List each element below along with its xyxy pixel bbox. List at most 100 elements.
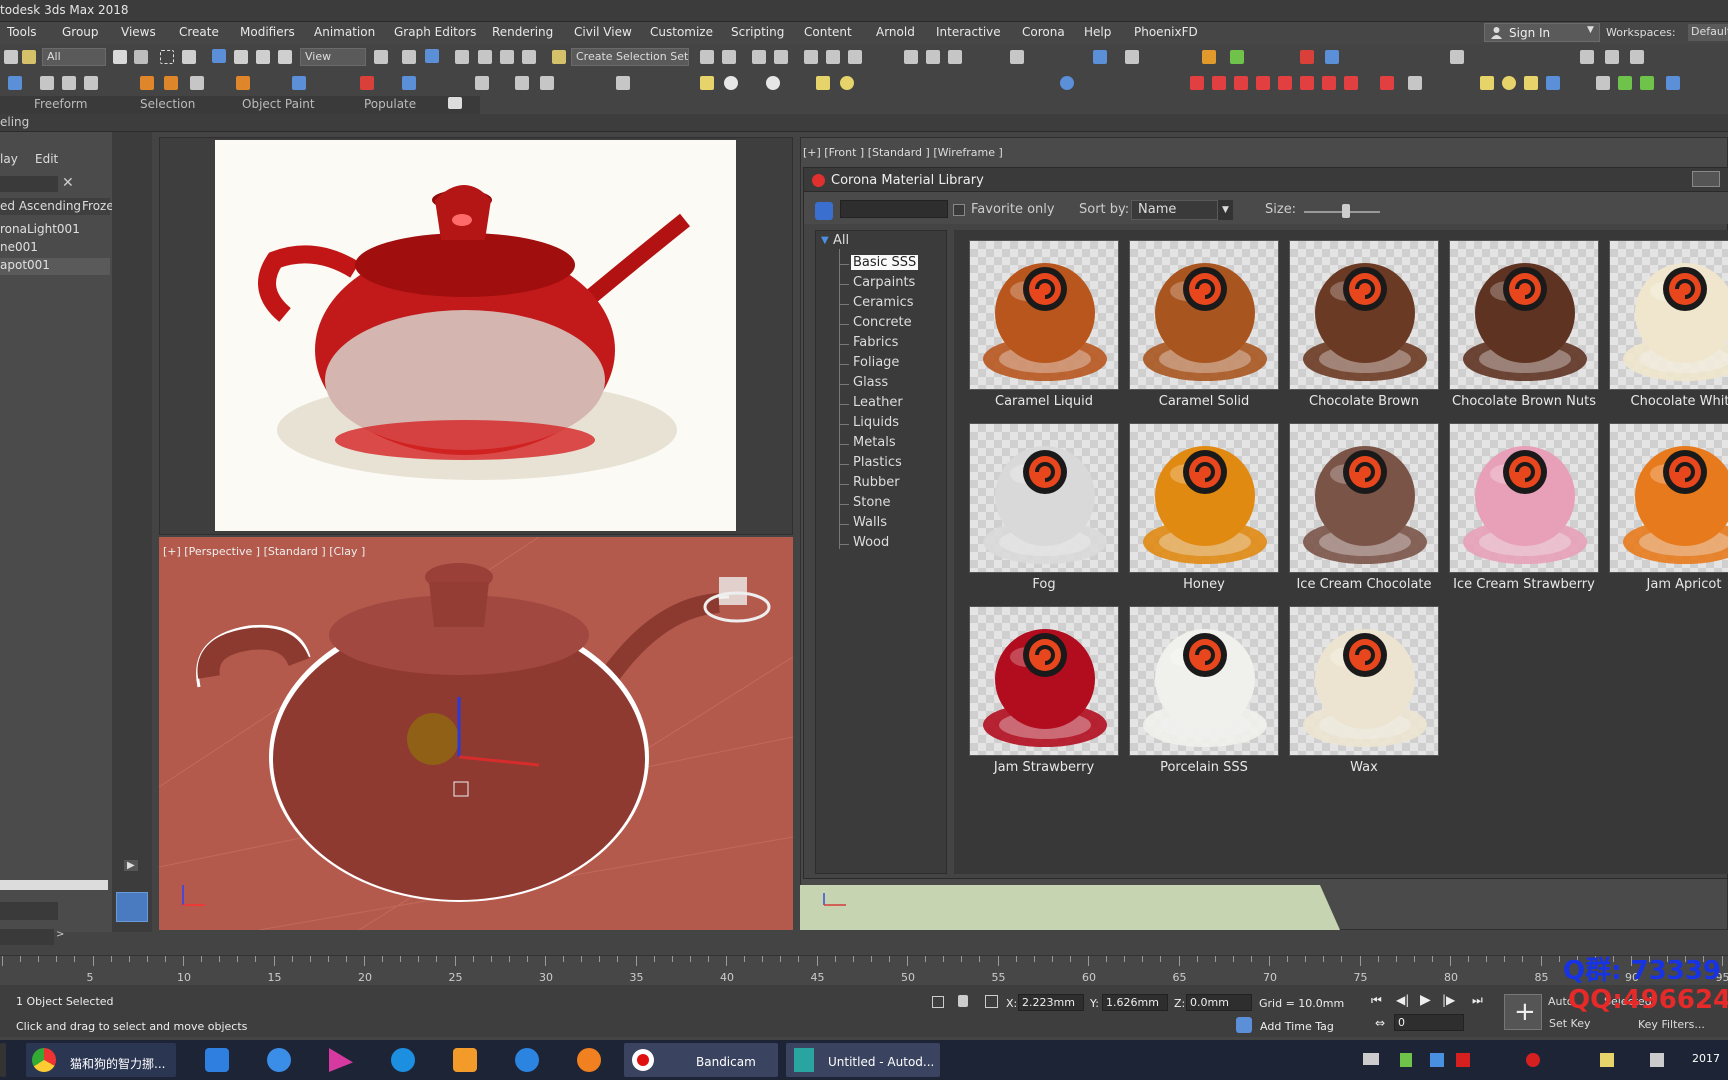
size-slider-thumb[interactable] bbox=[1341, 204, 1350, 218]
task-app-6[interactable] bbox=[510, 1043, 544, 1077]
brush-icon[interactable] bbox=[1300, 76, 1314, 90]
snap-toggle-icon[interactable] bbox=[455, 50, 469, 64]
layer-explorer-icon[interactable] bbox=[752, 50, 766, 64]
material-card-porcelain-sss[interactable]: Porcelain SSS bbox=[1129, 606, 1279, 775]
scale-icon[interactable] bbox=[256, 50, 270, 64]
tree-expand-icon[interactable]: ▼ bbox=[821, 235, 829, 246]
menu-content[interactable]: Content bbox=[804, 25, 852, 39]
plugin-icon[interactable] bbox=[1596, 76, 1610, 90]
tray-plus-icon[interactable] bbox=[1600, 1053, 1614, 1067]
sphere-icon[interactable] bbox=[724, 76, 738, 90]
phoenix-liquid-icon[interactable] bbox=[1605, 50, 1619, 64]
folder-icon[interactable] bbox=[1480, 76, 1494, 90]
category-foliage[interactable]: Foliage bbox=[853, 355, 899, 370]
go-to-end-icon[interactable]: ⏭ bbox=[1472, 993, 1483, 1008]
lock-icon[interactable] bbox=[1380, 76, 1394, 90]
tab-selection[interactable]: Selection bbox=[140, 97, 195, 111]
select-object-icon[interactable] bbox=[113, 50, 127, 64]
previous-frame-icon[interactable]: ◀| bbox=[1396, 993, 1409, 1007]
menu-arnold[interactable]: Arnold bbox=[876, 25, 915, 39]
tab-object-paint[interactable]: Object Paint bbox=[242, 97, 315, 111]
ribbon-options-icon[interactable] bbox=[448, 97, 462, 109]
stop-icon[interactable] bbox=[40, 76, 54, 90]
railclone-icon[interactable] bbox=[1212, 76, 1226, 90]
set-key-label[interactable]: Set Key bbox=[1549, 1017, 1591, 1030]
reference-coordinate-dropdown[interactable]: View bbox=[300, 48, 366, 66]
pivot-icon[interactable] bbox=[374, 50, 388, 64]
category-basic-sss[interactable]: Basic SSS bbox=[851, 255, 919, 270]
material-card-jam-apricot[interactable]: Jam Apricot bbox=[1609, 423, 1728, 592]
record-icon[interactable] bbox=[84, 76, 98, 90]
light-icon[interactable] bbox=[816, 76, 830, 90]
named-selection-set-dropdown[interactable]: Create Selection Set bbox=[571, 48, 689, 66]
task-app-5[interactable] bbox=[448, 1043, 482, 1077]
star-icon[interactable] bbox=[1524, 76, 1538, 90]
phoenix-source-icon[interactable] bbox=[1630, 50, 1644, 64]
corona-lister-icon[interactable] bbox=[1202, 50, 1216, 64]
layer-dropdown[interactable] bbox=[0, 902, 58, 920]
go-to-start-icon[interactable]: ⏮ bbox=[1371, 993, 1382, 1008]
shader-icon[interactable] bbox=[360, 76, 374, 90]
render-setup-icon[interactable] bbox=[926, 50, 940, 64]
menu-phoenixfd[interactable]: PhoenixFD bbox=[1134, 25, 1198, 39]
task-app-2[interactable] bbox=[262, 1043, 296, 1077]
viewport-layout-icon[interactable] bbox=[116, 892, 148, 922]
material-card-ice-cream-chocolate[interactable]: Ice Cream Chocolate bbox=[1289, 423, 1439, 592]
chevron-right-icon[interactable]: > bbox=[56, 929, 64, 940]
camera-icon[interactable] bbox=[515, 76, 529, 90]
menu-civil-view[interactable]: Civil View bbox=[574, 25, 632, 39]
selection-filter-dropdown[interactable]: All bbox=[42, 48, 106, 66]
monitor-icon[interactable] bbox=[1666, 76, 1680, 90]
mirror-icon[interactable] bbox=[700, 50, 714, 64]
phoenix-icon[interactable] bbox=[1450, 50, 1464, 64]
globe-icon[interactable] bbox=[1060, 76, 1074, 90]
perspective-viewport[interactable] bbox=[159, 537, 793, 930]
next-frame-icon[interactable]: |▶ bbox=[1442, 993, 1455, 1007]
column-frozen[interactable]: Froze bbox=[82, 199, 114, 213]
menu-animation[interactable]: Animation bbox=[314, 25, 375, 39]
undo-icon[interactable] bbox=[4, 50, 18, 64]
tab-freeform[interactable]: Freeform bbox=[34, 97, 87, 111]
grid-icon[interactable] bbox=[540, 76, 554, 90]
task-app-4[interactable] bbox=[386, 1043, 420, 1077]
category-carpaints[interactable]: Carpaints bbox=[853, 275, 915, 290]
pause-icon[interactable] bbox=[62, 76, 76, 90]
library-search-input[interactable] bbox=[840, 200, 948, 218]
category-wood[interactable]: Wood bbox=[853, 535, 889, 550]
clover-icon[interactable] bbox=[1640, 76, 1654, 90]
shield-icon[interactable] bbox=[1430, 1053, 1444, 1067]
chevron-down-icon[interactable]: ▼ bbox=[1217, 200, 1233, 220]
minimize-icon[interactable] bbox=[1692, 171, 1720, 187]
add-time-tag-button[interactable]: Add Time Tag bbox=[1260, 1020, 1334, 1033]
select-by-name-icon[interactable] bbox=[134, 50, 148, 64]
paint-icon[interactable] bbox=[1278, 76, 1292, 90]
isolate-icon[interactable] bbox=[932, 996, 944, 1008]
time-tag-icon[interactable] bbox=[1236, 1017, 1252, 1033]
fire-icon[interactable] bbox=[140, 76, 154, 90]
phoenix-simulator-icon[interactable] bbox=[1580, 50, 1594, 64]
material-editor-icon[interactable] bbox=[904, 50, 918, 64]
close-icon[interactable]: ✕ bbox=[62, 175, 74, 191]
scene-row-plane[interactable]: ne001 bbox=[0, 240, 110, 257]
material-card-caramel-solid[interactable]: Caramel Solid bbox=[1129, 240, 1279, 409]
library-title-bar[interactable]: Corona Material Library bbox=[804, 168, 1728, 192]
category-ceramics[interactable]: Ceramics bbox=[853, 295, 914, 310]
spinner-snap-icon[interactable] bbox=[522, 50, 536, 64]
menu-tools[interactable]: Tools bbox=[7, 25, 37, 39]
render-frame-icon[interactable] bbox=[948, 50, 962, 64]
record-tray-icon[interactable] bbox=[1526, 1053, 1540, 1067]
curve-editor-icon[interactable] bbox=[826, 50, 840, 64]
category-concrete[interactable]: Concrete bbox=[853, 315, 912, 330]
scene-search-input[interactable] bbox=[0, 176, 58, 192]
corona-light-icon[interactable] bbox=[1300, 50, 1314, 64]
box-icon[interactable] bbox=[700, 76, 714, 90]
move-icon[interactable] bbox=[212, 49, 226, 63]
play-animation-icon[interactable]: ▶ bbox=[1420, 992, 1431, 1008]
category-liquids[interactable]: Liquids bbox=[853, 415, 899, 430]
material-card-ice-cream-strawberry[interactable]: Ice Cream Strawberry bbox=[1449, 423, 1599, 592]
effect-icon[interactable] bbox=[1344, 76, 1358, 90]
menu-modifiers[interactable]: Modifiers bbox=[240, 25, 295, 39]
menu-help[interactable]: Help bbox=[1084, 25, 1111, 39]
placement-icon[interactable] bbox=[278, 50, 292, 64]
sign-in-button[interactable]: Sign In ▼ bbox=[1484, 23, 1600, 42]
